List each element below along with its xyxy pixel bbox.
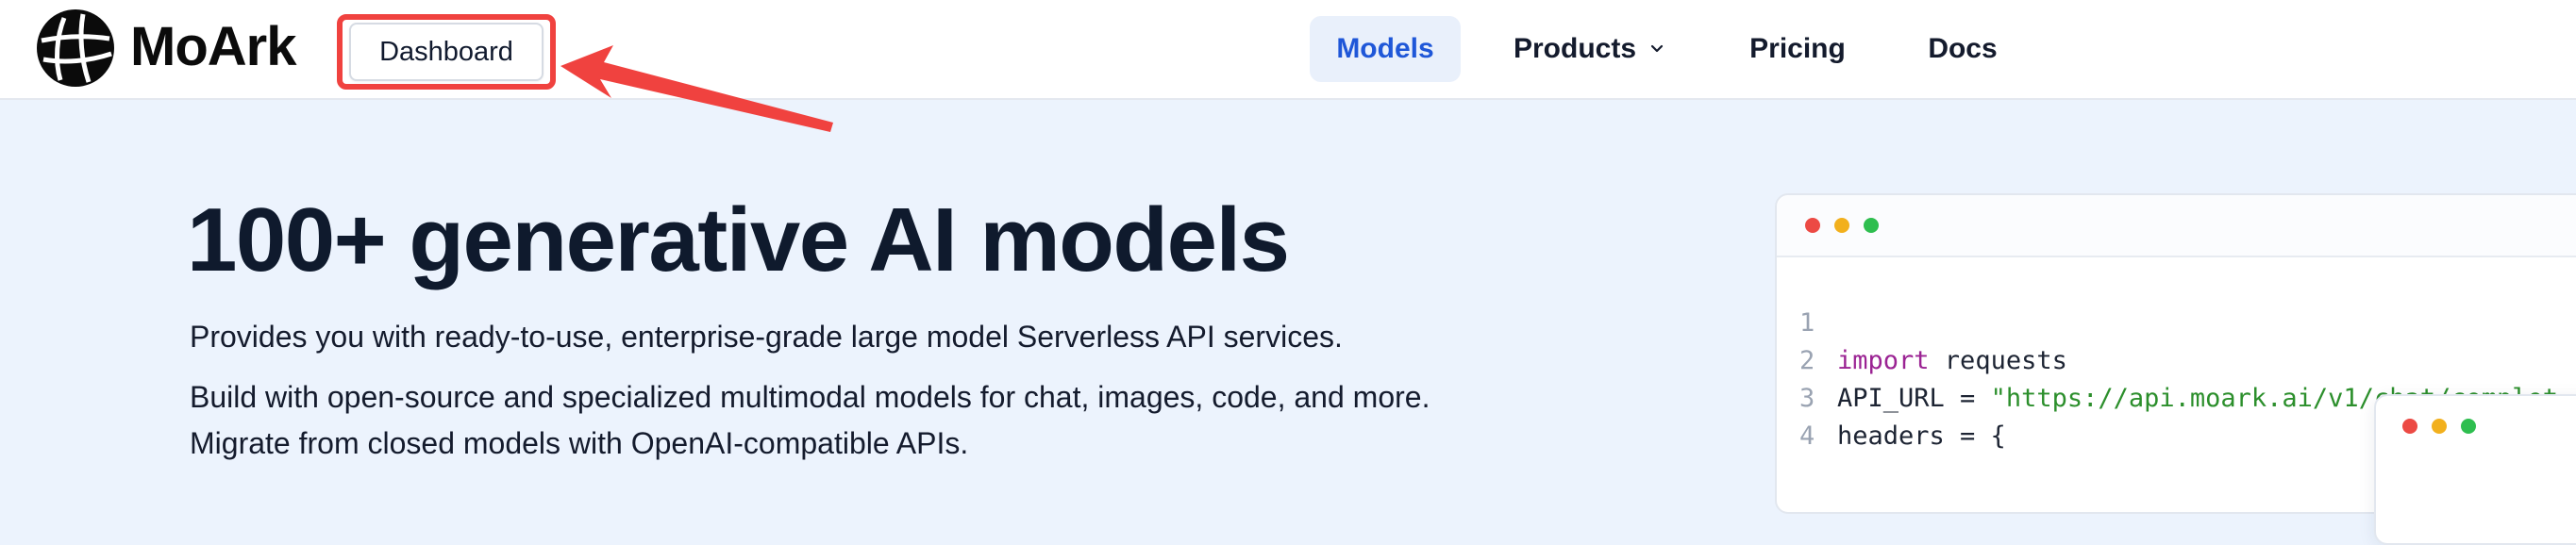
code-line: 2 API_URL = "https://api.moark.ai/v1/cha… [1777,305,2576,413]
annotation-arrow-icon [560,45,833,132]
window-minimize-dot [2432,419,2447,434]
window-maximize-dot [1864,218,1879,233]
hero-title: 100+ generative AI models [187,190,1290,290]
hero-description-line-2: Migrate from closed models with OpenAI-c… [190,426,969,460]
dashboard-button[interactable]: Dashboard [349,23,544,81]
nav-docs-link[interactable]: Docs [1925,16,2000,82]
secondary-code-window [2374,394,2576,545]
line-number: 4 [1799,421,1815,451]
code-line: 3 headers = { [1777,342,2576,451]
top-navbar: MoArk Dashboard Models Products Pricing … [0,0,2576,132]
window-close-dot [2402,419,2417,434]
nav-models-label: Models [1336,33,1434,64]
chevron-down-icon [1650,44,1664,53]
brand-name[interactable]: MoArk [130,13,296,81]
hero-subtitle: Provides you with ready-to-use, enterpri… [190,320,1343,354]
code-line: 1 import requests [1777,267,2576,375]
nav-pricing-label: Pricing [1749,33,1846,64]
nav-products-menu[interactable]: Products [1510,16,1670,82]
code-window-titlebar [1777,195,2576,257]
window-close-dot [1805,218,1820,233]
moark-globe-logo-icon[interactable] [36,8,115,88]
nav-models-tab[interactable]: Models [1310,16,1461,82]
nav-products-label: Products [1513,33,1637,64]
hero-description-line-1: Build with open-source and specialized m… [190,380,1430,414]
window-maximize-dot [2461,419,2476,434]
nav-docs-label: Docs [1928,33,1998,64]
nav-pricing-link[interactable]: Pricing [1744,16,1851,82]
window-minimize-dot [1834,218,1849,233]
